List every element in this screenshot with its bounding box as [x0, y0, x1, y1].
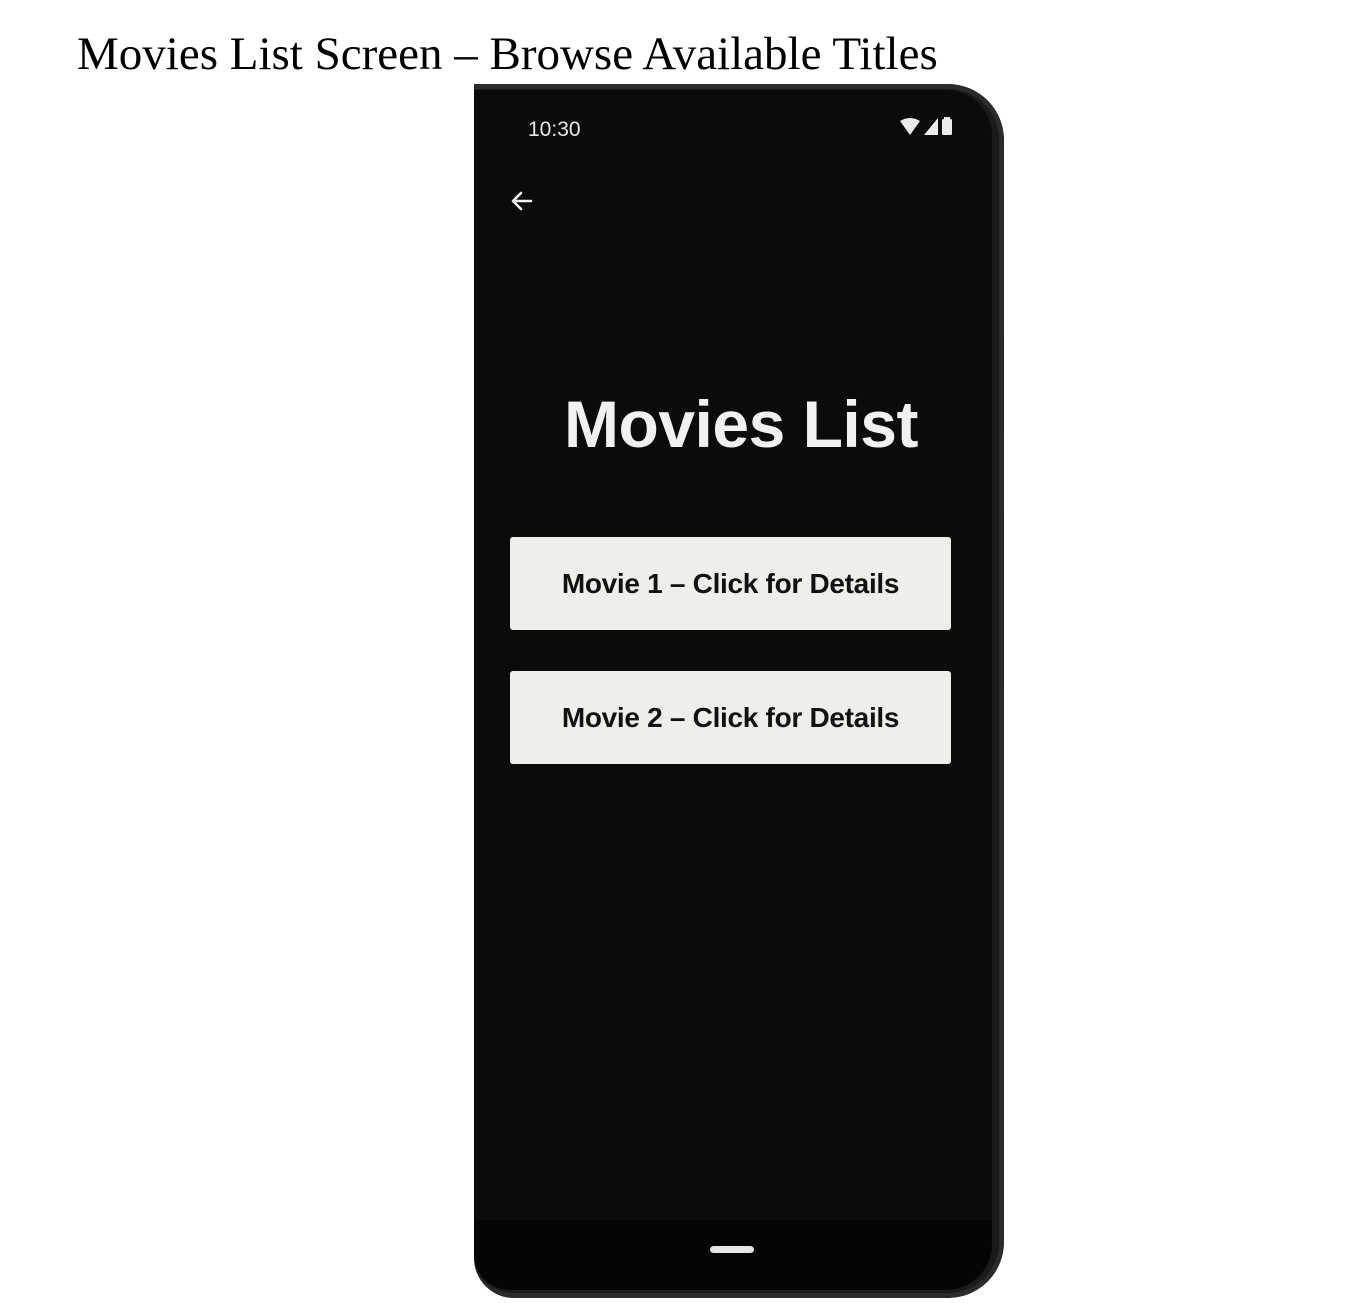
app-screen: 10:30 Movies List Movie 1 – Click for De…	[474, 90, 992, 1290]
status-icons	[900, 117, 952, 140]
screen-title: Movies List	[564, 387, 918, 461]
battery-icon	[942, 117, 952, 140]
phone-device: 10:30 Movies List Movie 1 – Click for De…	[474, 84, 1004, 1298]
power-button	[1000, 512, 1004, 684]
signal-icon	[924, 118, 938, 140]
navigation-bar	[474, 1220, 992, 1290]
wifi-icon	[900, 118, 920, 140]
status-time: 10:30	[528, 118, 581, 141]
figure-caption: Movies List Screen – Browse Available Ti…	[77, 28, 938, 80]
back-button[interactable]	[504, 185, 540, 221]
movie-1-label: Movie 1 – Click for Details	[561, 567, 900, 599]
home-indicator[interactable]	[710, 1246, 754, 1253]
movie-1-button[interactable]: Movie 1 – Click for Details	[510, 537, 951, 630]
status-bar: 10:30	[474, 112, 992, 148]
page: Movies List Screen – Browse Available Ti…	[0, 0, 1370, 1316]
movie-2-button[interactable]: Movie 2 – Click for Details	[510, 671, 951, 764]
arrow-left-icon	[509, 188, 535, 219]
volume-button	[1000, 342, 1004, 430]
movie-2-label: Movie 2 – Click for Details	[561, 701, 900, 733]
